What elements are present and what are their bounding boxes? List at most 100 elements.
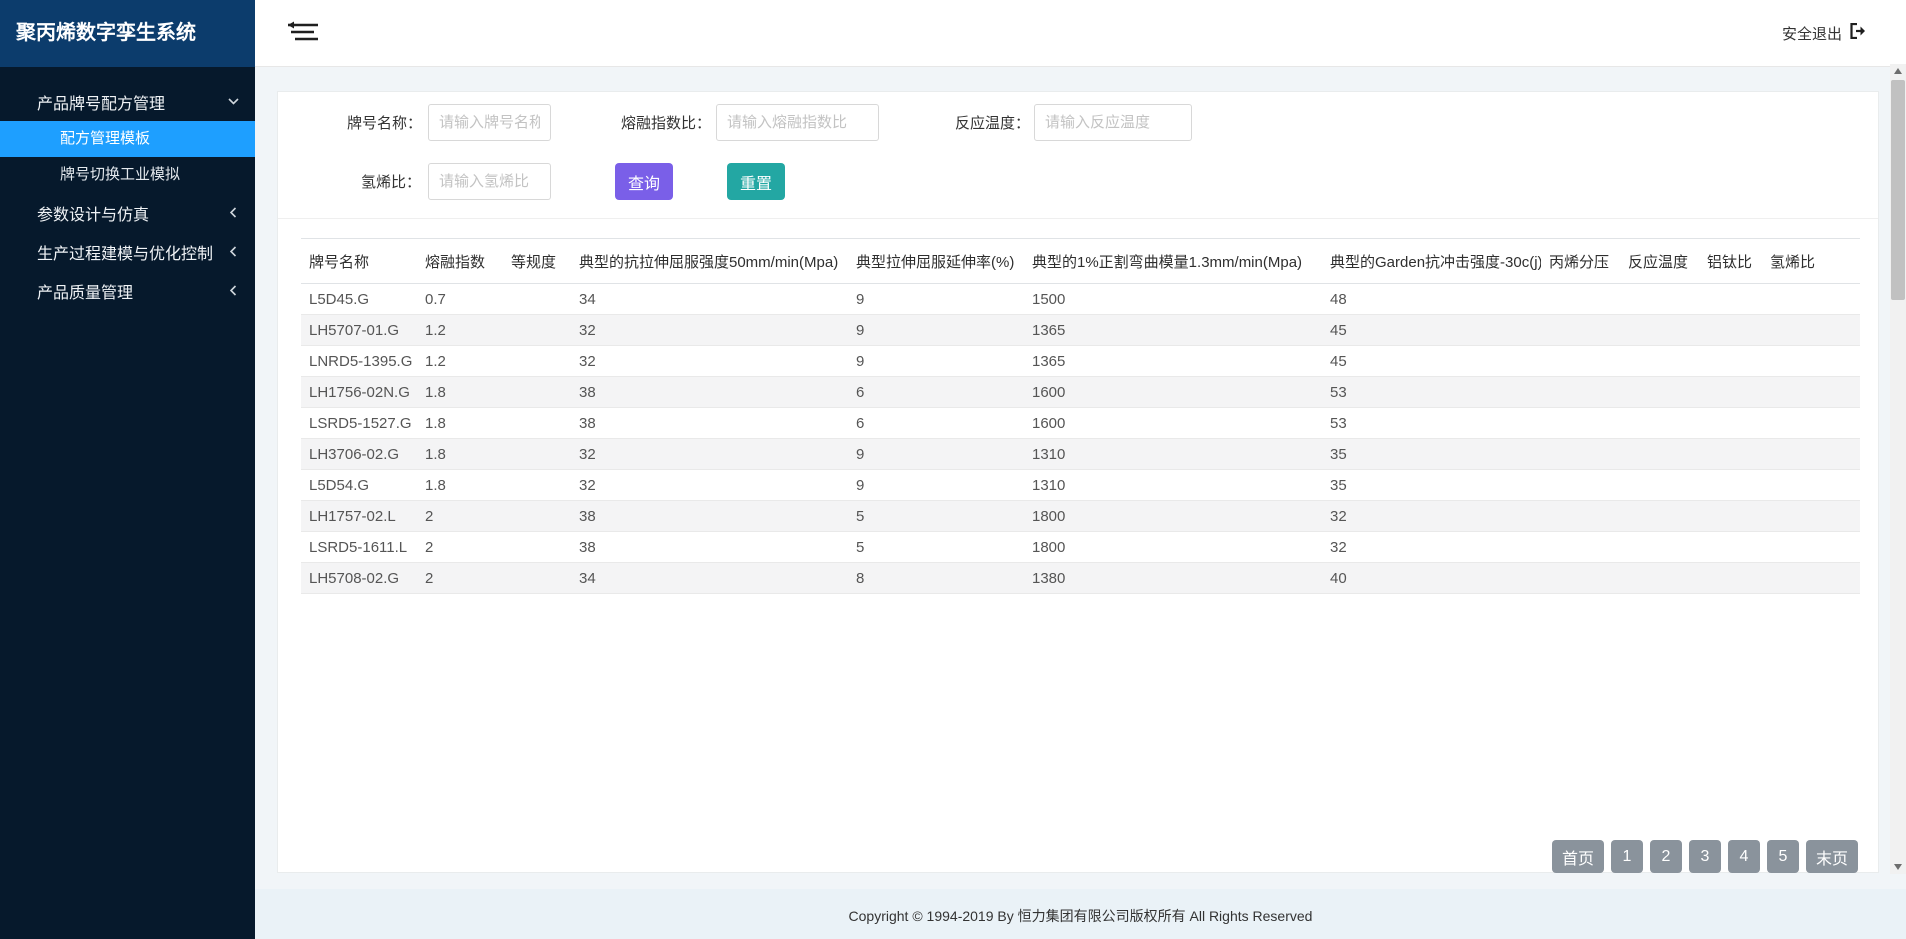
table-row[interactable]: LH1756-02N.G 1.8 38 6 1600 53 (301, 377, 1860, 408)
table-cell: 1.8 (417, 439, 503, 470)
table-cell: 38 (571, 408, 848, 439)
sidebar-item-label: 生产过程建模与优化控制 (37, 240, 213, 264)
logout-button[interactable]: 安全退出 (1782, 23, 1866, 44)
table-cell (1620, 563, 1699, 594)
sidebar-item-label: 产品质量管理 (37, 279, 133, 303)
table-cell: 45 (1322, 315, 1541, 346)
last-page-button[interactable]: 末页 (1806, 840, 1858, 873)
field-grade-name: 牌号名称： (318, 104, 551, 141)
footer: Copyright © 1994-2019 By 恒力集团有限公司版权所有 Al… (255, 889, 1906, 939)
table-cell (503, 470, 571, 501)
table-cell (1541, 532, 1620, 563)
first-page-button[interactable]: 首页 (1552, 840, 1604, 873)
table-cell: 53 (1322, 377, 1541, 408)
table-cell (1620, 501, 1699, 532)
table-cell: LNRD5-1395.G (301, 346, 417, 377)
table-cell: L5D54.G (301, 470, 417, 501)
table-cell (1699, 315, 1762, 346)
table-cell: 2 (417, 501, 503, 532)
scroll-down-button[interactable] (1890, 860, 1906, 874)
sidebar-nav: 产品牌号配方管理 配方管理模板 牌号切换工业模拟 参数设计与仿真 生产过程建模与… (0, 67, 255, 310)
sidebar-item-recipe-template[interactable]: 配方管理模板 (0, 121, 255, 157)
table-cell: 34 (571, 563, 848, 594)
melt-index-ratio-input[interactable] (716, 104, 879, 141)
table-cell (1541, 284, 1620, 315)
table-cell (1699, 470, 1762, 501)
col-hydrogen-olefin-ratio: 氢烯比 (1762, 239, 1860, 284)
table-cell: 32 (1322, 532, 1541, 563)
query-button[interactable]: 查询 (615, 163, 673, 200)
hydrogen-olefin-ratio-input[interactable] (428, 163, 551, 200)
table-cell (503, 346, 571, 377)
sidebar-item-product-quality-mgmt[interactable]: 产品质量管理 (0, 271, 255, 310)
sidebar-item-parameter-design[interactable]: 参数设计与仿真 (0, 193, 255, 232)
sidebar-item-grade-switch-simulation[interactable]: 牌号切换工业模拟 (0, 157, 255, 193)
sidebar-item-process-modeling-control[interactable]: 生产过程建模与优化控制 (0, 232, 255, 271)
col-melt-index: 熔融指数 (417, 239, 503, 284)
table-row[interactable]: L5D54.G 1.8 32 9 1310 35 (301, 470, 1860, 501)
table-cell (1762, 408, 1860, 439)
table-row[interactable]: LH5707-01.G 1.2 32 9 1365 45 (301, 315, 1860, 346)
table-cell: LH5707-01.G (301, 315, 417, 346)
table-row[interactable]: LH3706-02.G 1.8 32 9 1310 35 (301, 439, 1860, 470)
table-cell: LH1757-02.L (301, 501, 417, 532)
table-cell (1762, 532, 1860, 563)
table-cell (1699, 284, 1762, 315)
table-row[interactable]: LH1757-02.L 2 38 5 1800 32 (301, 501, 1860, 532)
scroll-up-icon (1894, 68, 1902, 74)
table-cell: 48 (1322, 284, 1541, 315)
table-cell (1620, 532, 1699, 563)
pagination: 首页 12345 末页 (1552, 840, 1858, 873)
table-row[interactable]: LNRD5-1395.G 1.2 32 9 1365 45 (301, 346, 1860, 377)
page-number-button[interactable]: 4 (1728, 840, 1760, 873)
collapse-sidebar-button[interactable] (285, 20, 321, 47)
table-cell: LH1756-02N.G (301, 377, 417, 408)
table-cell (503, 408, 571, 439)
grade-name-input[interactable] (428, 104, 551, 141)
page-number-button[interactable]: 2 (1650, 840, 1682, 873)
table-cell: 1600 (1024, 377, 1322, 408)
table-cell (1541, 470, 1620, 501)
field-melt-index-ratio: 熔融指数比： (616, 104, 879, 141)
page-number-list: 12345 (1611, 840, 1799, 873)
table-cell: 32 (571, 470, 848, 501)
sidebar-item-product-recipe-mgmt[interactable]: 产品牌号配方管理 (0, 82, 255, 121)
table-cell (1620, 408, 1699, 439)
scrollbar-thumb[interactable] (1891, 80, 1905, 300)
table-row[interactable]: LH5708-02.G 2 34 8 1380 40 (301, 563, 1860, 594)
table-row[interactable]: LSRD5-1611.L 2 38 5 1800 32 (301, 532, 1860, 563)
topbar: 安全退出 (255, 0, 1906, 67)
table-cell: 8 (848, 563, 1024, 594)
table-cell: 9 (848, 470, 1024, 501)
copyright-text: Copyright © 1994-2019 By 恒力集团有限公司版权所有 Al… (849, 908, 1313, 924)
logout-label: 安全退出 (1782, 23, 1842, 44)
table-cell: 53 (1322, 408, 1541, 439)
col-propylene-partial-pressure: 丙烯分压 (1541, 239, 1620, 284)
table-cell (1699, 346, 1762, 377)
page-number-button[interactable]: 1 (1611, 840, 1643, 873)
table-row[interactable]: LSRD5-1527.G 1.8 38 6 1600 53 (301, 408, 1860, 439)
content-card: 牌号名称： 熔融指数比： 反应温度： 氢烯比： 查询 重置 (277, 91, 1879, 873)
reset-button[interactable]: 重置 (727, 163, 785, 200)
sidebar: 聚丙烯数字孪生系统 产品牌号配方管理 配方管理模板 牌号切换工业模拟 参数设计与… (0, 0, 255, 939)
table-cell (1541, 408, 1620, 439)
vertical-scrollbar (1890, 64, 1906, 874)
table-cell (1620, 377, 1699, 408)
table-cell: 32 (1322, 501, 1541, 532)
table-cell: 1800 (1024, 501, 1322, 532)
table-cell (1762, 346, 1860, 377)
reaction-temperature-input[interactable] (1034, 104, 1192, 141)
table-cell (1699, 501, 1762, 532)
table-cell: 9 (848, 439, 1024, 470)
col-flexural-modulus: 典型的1%正割弯曲模量1.3mm/min(Mpa) (1024, 239, 1322, 284)
table-cell (1541, 439, 1620, 470)
page-number-button[interactable]: 5 (1767, 840, 1799, 873)
table-cell: 38 (571, 532, 848, 563)
table-cell: LSRD5-1527.G (301, 408, 417, 439)
table-cell: 6 (848, 377, 1024, 408)
melt-index-ratio-label: 熔融指数比： (616, 112, 711, 133)
table-row[interactable]: L5D45.G 0.7 34 9 1500 48 (301, 284, 1860, 315)
scroll-up-button[interactable] (1890, 64, 1906, 78)
page-number-button[interactable]: 3 (1689, 840, 1721, 873)
table-cell (1541, 501, 1620, 532)
